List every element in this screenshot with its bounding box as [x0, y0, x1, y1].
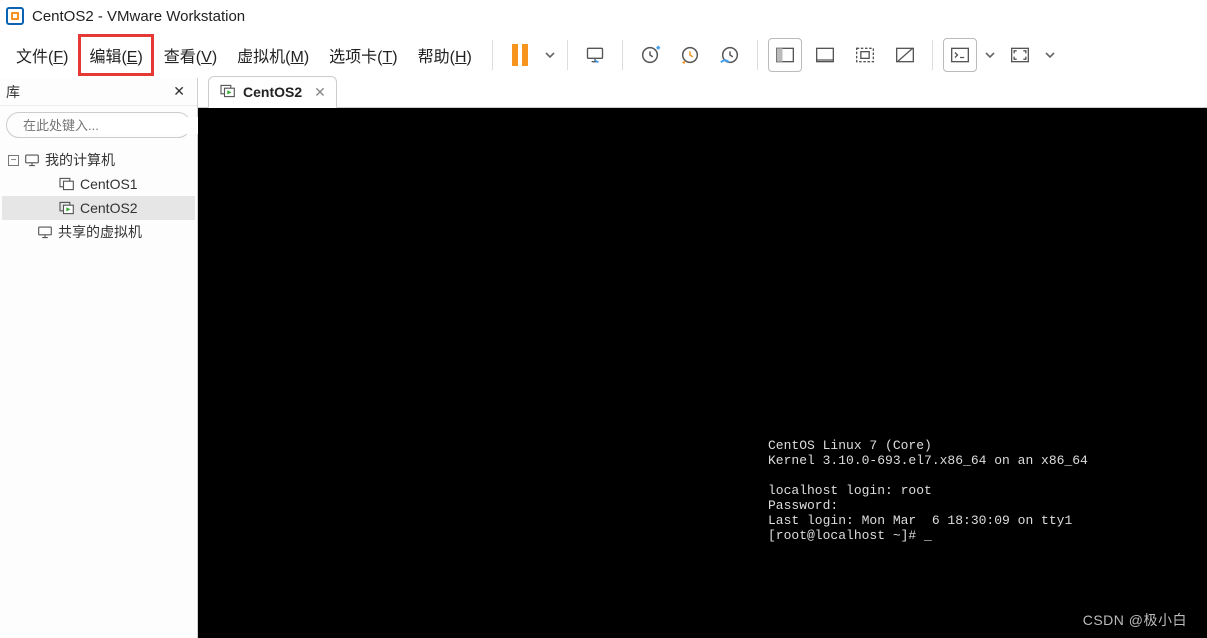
snapshot-manager-button[interactable]	[713, 38, 747, 72]
main-area: CentOS2 ✕ CentOS Linux 7 (Core) Kernel 3…	[198, 78, 1207, 638]
vmware-icon	[6, 7, 24, 25]
send-ctrl-alt-del-button[interactable]	[578, 38, 612, 72]
console-icon	[950, 46, 970, 64]
toolbar-fullscreen	[943, 38, 1057, 72]
pause-icon	[512, 44, 528, 66]
search-input[interactable]	[21, 117, 201, 134]
tree-root-shared[interactable]: 共享的虚拟机	[2, 220, 195, 244]
console-dropdown[interactable]	[983, 38, 997, 72]
vm-tree: − 我的计算机 CentOS1 CentOS2 共享的虚拟机	[0, 144, 197, 248]
view-thumbnail-button[interactable]	[888, 38, 922, 72]
menu-view[interactable]: 查看(V)	[154, 37, 227, 73]
separator	[757, 40, 758, 70]
fullscreen-button[interactable]	[1003, 38, 1037, 72]
separator	[567, 40, 568, 70]
tab-label: CentOS2	[243, 84, 302, 100]
tree-label: 我的计算机	[45, 150, 115, 170]
snapshot-revert-button[interactable]	[673, 38, 707, 72]
tab-centos2[interactable]: CentOS2 ✕	[208, 76, 337, 108]
tree-item-centos2[interactable]: CentOS2	[2, 196, 195, 220]
clock-manage-icon	[719, 44, 741, 66]
pause-button[interactable]	[503, 38, 537, 72]
single-layout-icon	[815, 46, 835, 64]
separator	[932, 40, 933, 70]
view-unity-button[interactable]	[848, 38, 882, 72]
sidebar-close-button[interactable]: ✕	[167, 81, 191, 102]
separator	[492, 40, 493, 70]
clock-revert-icon	[679, 44, 701, 66]
power-dropdown[interactable]	[543, 38, 557, 72]
vm-console[interactable]: CentOS Linux 7 (Core) Kernel 3.10.0-693.…	[198, 108, 1207, 638]
view-sidebar-button[interactable]	[768, 38, 802, 72]
console-button[interactable]	[943, 38, 977, 72]
shared-vm-icon	[36, 225, 54, 239]
tab-close-button[interactable]: ✕	[314, 84, 326, 101]
vm-on-icon	[58, 201, 76, 215]
menubar: 文件(F) 编辑(E) 查看(V) 虚拟机(M) 选项卡(T) 帮助(H)	[0, 32, 1207, 78]
view-single-button[interactable]	[808, 38, 842, 72]
toolbar-views	[768, 38, 922, 72]
sidebar-title: 库	[6, 82, 167, 102]
terminal-output: CentOS Linux 7 (Core) Kernel 3.10.0-693.…	[768, 438, 1088, 543]
menu-edit[interactable]: 编辑(E)	[78, 34, 153, 76]
sidebar: 库 ✕ ▾ − 我的计算机 CentOS1 CentOS2	[0, 78, 198, 638]
toolbar-power	[503, 38, 557, 72]
sidebar-layout-icon	[775, 46, 795, 64]
collapse-toggle[interactable]: −	[8, 155, 19, 166]
menu-vm[interactable]: 虚拟机(M)	[227, 37, 319, 73]
menu-file[interactable]: 文件(F)	[6, 37, 78, 73]
computer-icon	[23, 153, 41, 167]
watermark: CSDN @极小白	[1083, 610, 1187, 630]
tree-label: CentOS2	[80, 200, 138, 216]
vm-off-icon	[58, 177, 76, 191]
fullscreen-icon	[1010, 46, 1030, 64]
vm-on-icon	[219, 84, 237, 101]
tree-label: 共享的虚拟机	[58, 222, 142, 242]
titlebar: CentOS2 - VMware Workstation	[0, 0, 1207, 32]
separator	[622, 40, 623, 70]
sidebar-search[interactable]: ▾	[6, 112, 191, 138]
unity-icon	[855, 46, 875, 64]
menu-help[interactable]: 帮助(H)	[408, 37, 482, 73]
monitor-icon	[584, 45, 606, 65]
clock-plus-icon	[639, 44, 661, 66]
menu-tabs[interactable]: 选项卡(T)	[319, 37, 407, 73]
tabstrip: CentOS2 ✕	[198, 74, 1207, 108]
sidebar-header: 库 ✕	[0, 78, 197, 106]
thumbnail-off-icon	[895, 46, 915, 64]
tree-item-centos1[interactable]: CentOS1	[2, 172, 195, 196]
window-title: CentOS2 - VMware Workstation	[32, 8, 245, 25]
tree-root-my-computer[interactable]: − 我的计算机	[2, 148, 195, 172]
toolbar-snapshots	[633, 38, 747, 72]
tree-label: CentOS1	[80, 176, 138, 192]
toolbar-devices	[578, 38, 612, 72]
fullscreen-dropdown[interactable]	[1043, 38, 1057, 72]
snapshot-take-button[interactable]	[633, 38, 667, 72]
